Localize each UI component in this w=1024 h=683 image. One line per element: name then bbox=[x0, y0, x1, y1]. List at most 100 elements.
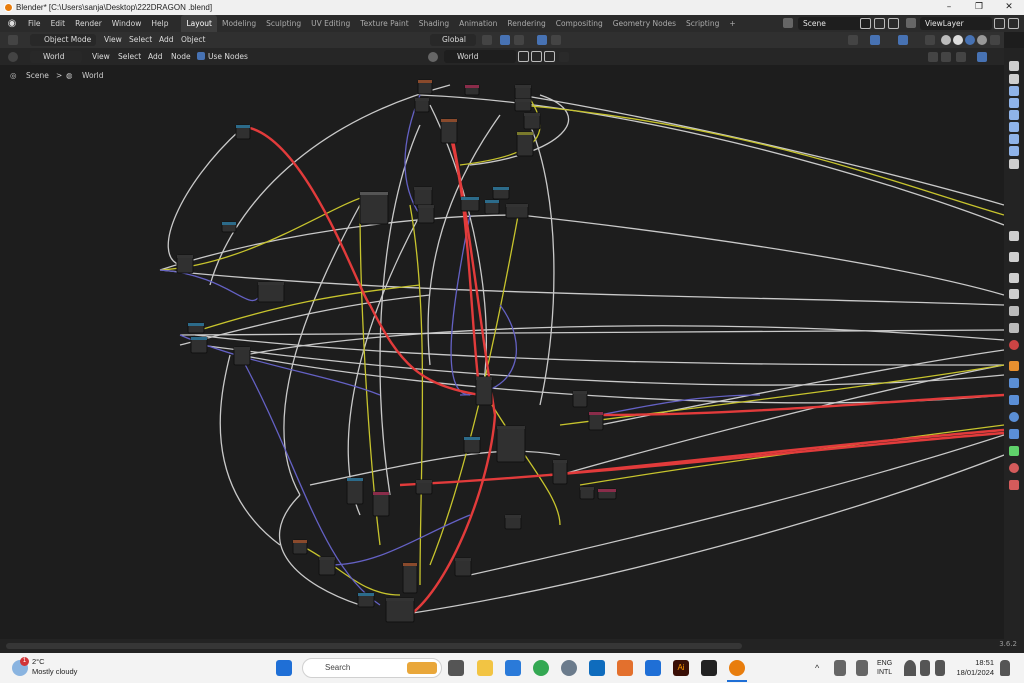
tray-battery-icon[interactable] bbox=[834, 660, 846, 676]
duplicate-world-icon[interactable] bbox=[531, 51, 542, 62]
xray-icon[interactable] bbox=[925, 35, 935, 45]
transform-orientation-dropdown[interactable]: Global bbox=[430, 34, 476, 46]
physics-props-icon[interactable] bbox=[1009, 412, 1019, 422]
shader-node[interactable] bbox=[187, 322, 205, 334]
object-props-icon[interactable] bbox=[1009, 361, 1019, 371]
world-name-field[interactable]: World bbox=[444, 50, 516, 63]
camera-icon-7[interactable] bbox=[1009, 146, 1019, 156]
weather-widget[interactable]: 2°C Mostly cloudy bbox=[32, 657, 77, 677]
tab-shading[interactable]: Shading bbox=[414, 15, 454, 32]
tray-chevron-icon[interactable]: ^ bbox=[815, 660, 825, 676]
shader-node[interactable] bbox=[385, 597, 415, 623]
shader-node[interactable] bbox=[572, 390, 588, 408]
shader-node[interactable] bbox=[415, 479, 433, 495]
camera-icon-3[interactable] bbox=[1009, 98, 1019, 108]
world-icon[interactable] bbox=[428, 52, 438, 62]
horizontal-scrollbar[interactable] bbox=[6, 643, 742, 649]
shader-node[interactable] bbox=[484, 199, 500, 215]
node-editor-canvas[interactable] bbox=[0, 65, 1004, 639]
overlay-icon[interactable] bbox=[898, 35, 908, 45]
restore-button[interactable]: ❐ bbox=[964, 0, 994, 15]
menu-help[interactable]: Help bbox=[146, 15, 173, 32]
scene-icon[interactable] bbox=[783, 18, 793, 28]
menu-edit[interactable]: Edit bbox=[46, 15, 71, 32]
shader-node[interactable] bbox=[505, 203, 529, 219]
shader-node[interactable] bbox=[475, 376, 493, 406]
editor-type-icon[interactable] bbox=[8, 35, 18, 45]
shader-node[interactable] bbox=[176, 254, 194, 274]
shader-node[interactable] bbox=[514, 84, 532, 100]
output-props-icon[interactable] bbox=[1009, 289, 1019, 299]
clock[interactable]: 18:51 18/01/2024 bbox=[952, 658, 994, 678]
menu-object[interactable]: Object bbox=[181, 34, 205, 46]
app-icon-orange[interactable] bbox=[617, 660, 633, 676]
menu-select[interactable]: Select bbox=[129, 34, 152, 46]
tab-geometry-nodes[interactable]: Geometry Nodes bbox=[608, 15, 681, 32]
render-props-icon[interactable] bbox=[1009, 273, 1019, 283]
shader-node[interactable] bbox=[402, 562, 418, 594]
render-layer-icon[interactable] bbox=[1009, 61, 1019, 71]
node-menu-add[interactable]: Add bbox=[148, 51, 163, 63]
shader-node[interactable] bbox=[372, 491, 390, 517]
start-icon[interactable] bbox=[276, 660, 292, 676]
menu-window[interactable]: Window bbox=[107, 15, 147, 32]
shader-node[interactable] bbox=[454, 557, 472, 577]
view-layer-props-icon[interactable] bbox=[1009, 306, 1019, 316]
view-layer-selector[interactable]: ViewLayer bbox=[920, 17, 992, 30]
blender-taskbar-icon[interactable] bbox=[729, 660, 745, 676]
store-icon[interactable] bbox=[505, 660, 521, 676]
snap-target-icon[interactable] bbox=[514, 35, 524, 45]
menu-view[interactable]: View bbox=[104, 34, 122, 46]
shader-node[interactable] bbox=[190, 336, 208, 354]
wifi-icon[interactable] bbox=[904, 660, 916, 676]
world-props-icon[interactable] bbox=[1009, 340, 1019, 350]
volume-icon[interactable] bbox=[920, 660, 930, 676]
tab-uv-editing[interactable]: UV Editing bbox=[306, 15, 355, 32]
shader-node[interactable] bbox=[492, 186, 510, 200]
shading-options-icon[interactable] bbox=[990, 35, 1000, 45]
notification-bell-icon[interactable] bbox=[1000, 660, 1010, 676]
shading-material-icon[interactable] bbox=[965, 35, 975, 45]
camera-icon-8[interactable] bbox=[1009, 159, 1019, 169]
shader-node[interactable] bbox=[414, 97, 430, 113]
constraints-props-icon[interactable] bbox=[1009, 429, 1019, 439]
unlink-world-icon[interactable] bbox=[544, 51, 555, 62]
tab-layout[interactable]: Layout bbox=[181, 15, 217, 32]
tab-rendering[interactable]: Rendering bbox=[502, 15, 550, 32]
shader-node[interactable] bbox=[496, 425, 526, 463]
menu-render[interactable]: Render bbox=[70, 15, 107, 32]
shader-node[interactable] bbox=[523, 112, 541, 130]
shader-node[interactable] bbox=[417, 79, 433, 95]
tab-scripting[interactable]: Scripting bbox=[681, 15, 724, 32]
shader-node[interactable] bbox=[460, 196, 480, 212]
new-view-layer-icon[interactable] bbox=[994, 18, 1005, 29]
node-snap-icon[interactable] bbox=[928, 52, 938, 62]
object-mode-dropdown[interactable]: Object Mode bbox=[30, 34, 96, 46]
sticky-app-icon[interactable] bbox=[701, 660, 717, 676]
particles-props-icon[interactable] bbox=[1009, 395, 1019, 405]
shader-node[interactable] bbox=[504, 514, 522, 530]
delete-scene-icon[interactable] bbox=[888, 18, 899, 29]
camera-icon-4[interactable] bbox=[1009, 110, 1019, 120]
shader-type-dropdown[interactable]: World bbox=[30, 51, 82, 63]
shading-wireframe-icon[interactable] bbox=[941, 35, 951, 45]
tab-modeling[interactable]: Modeling bbox=[217, 15, 261, 32]
shader-node[interactable] bbox=[514, 98, 532, 112]
shader-node[interactable] bbox=[257, 281, 285, 303]
shading-solid-icon[interactable] bbox=[953, 35, 963, 45]
use-nodes-checkbox[interactable] bbox=[197, 52, 205, 60]
modifier-props-icon[interactable] bbox=[1009, 378, 1019, 388]
pin-scene-icon[interactable] bbox=[860, 18, 871, 29]
camera-icon-6[interactable] bbox=[1009, 134, 1019, 144]
shading-rendered-icon[interactable] bbox=[977, 35, 987, 45]
node-overlay-icon[interactable] bbox=[956, 52, 966, 62]
shader-node[interactable] bbox=[516, 131, 534, 157]
add-workspace-button[interactable]: + bbox=[724, 15, 740, 32]
node-menu-select[interactable]: Select bbox=[118, 51, 141, 63]
shader-node[interactable] bbox=[552, 459, 568, 485]
mail-icon[interactable] bbox=[645, 660, 661, 676]
proportional-edit-icon[interactable] bbox=[537, 35, 547, 45]
node-menu-node[interactable]: Node bbox=[171, 51, 191, 63]
shader-node[interactable] bbox=[413, 186, 433, 206]
shader-node[interactable] bbox=[357, 592, 375, 608]
